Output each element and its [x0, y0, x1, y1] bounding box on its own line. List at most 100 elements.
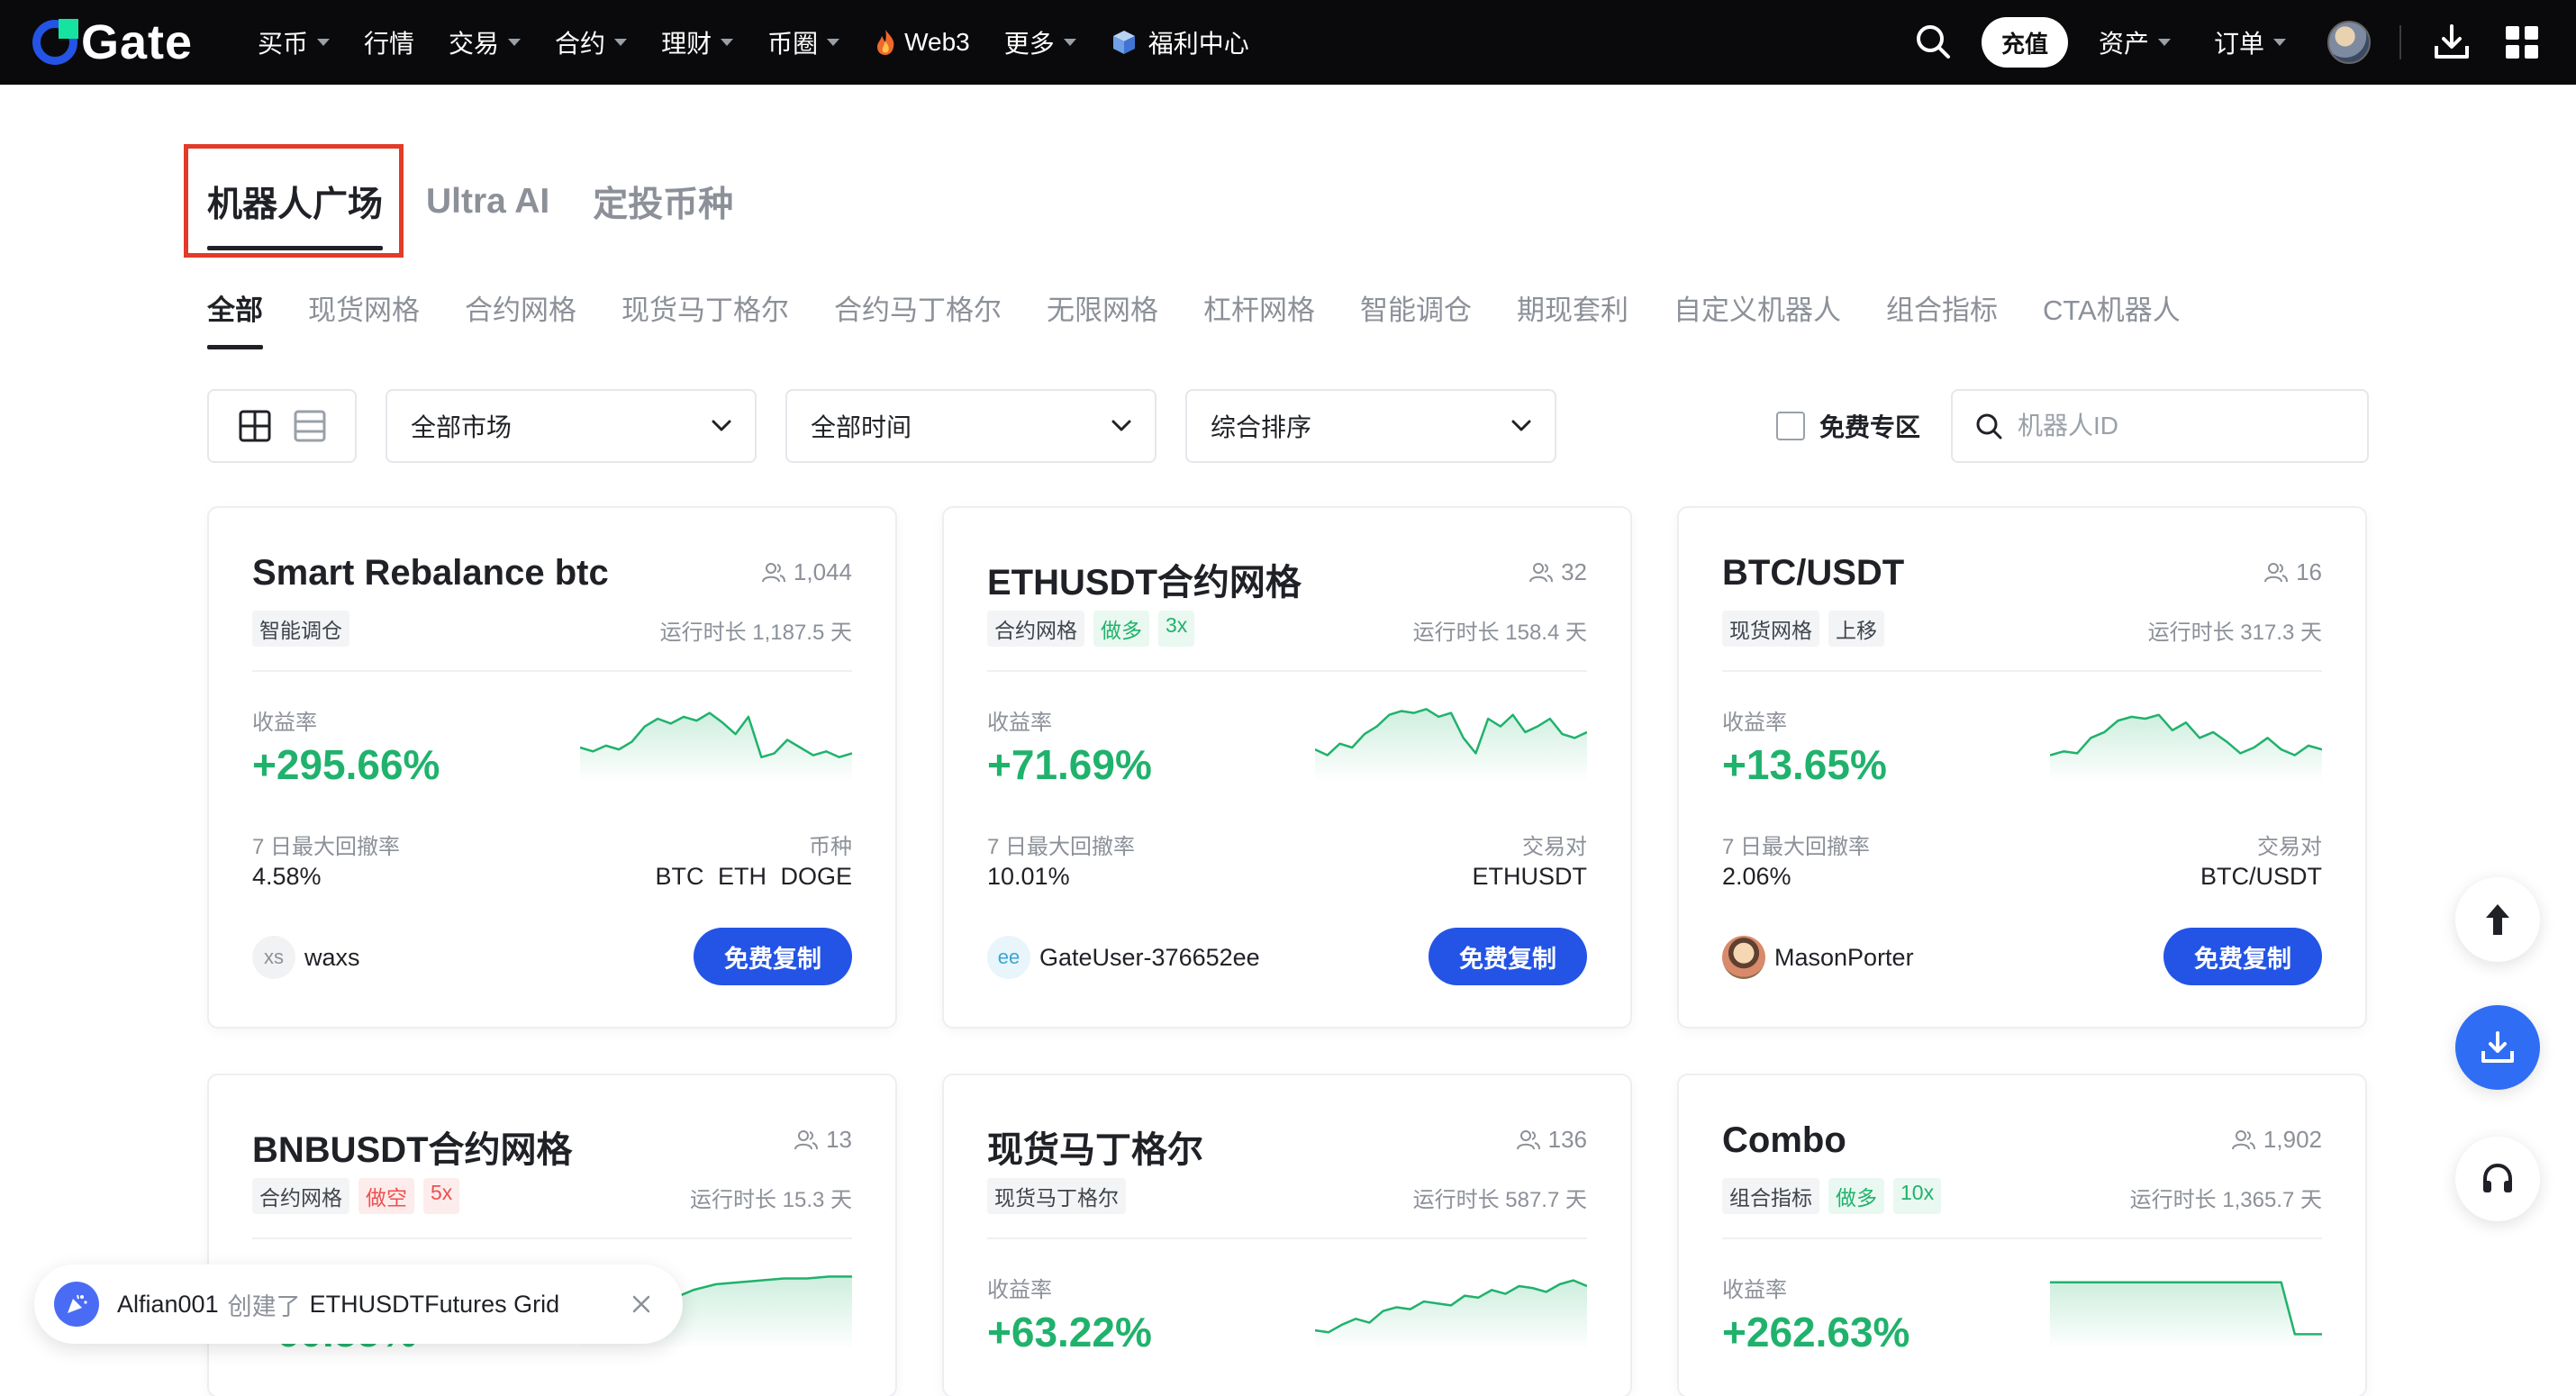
nav-divider — [2399, 25, 2401, 59]
nav-markets[interactable]: 行情 — [364, 24, 414, 60]
users-icon — [1529, 562, 1554, 582]
nav-more[interactable]: 更多 — [1004, 24, 1076, 60]
nav-label: 行情 — [364, 30, 415, 58]
card-divider — [1722, 1237, 2322, 1239]
deposit-button[interactable]: 充值 — [1982, 17, 2068, 68]
category-tab-custom-bot[interactable]: 自定义机器人 — [1673, 287, 1841, 328]
bot-card[interactable]: BTC/USDT 16 现货网格 上移 运行时长 317.3 天 收益率 +13… — [1677, 506, 2367, 1029]
sparkline-chart — [2050, 1281, 2322, 1349]
fire-icon — [877, 30, 894, 55]
rate-label: 收益率 — [987, 711, 1052, 735]
leverage-tag: 10x — [1893, 1178, 1942, 1214]
category-tab-combo[interactable]: 组合指标 — [1886, 287, 1998, 328]
caret-down-icon — [827, 39, 840, 46]
free-copy-button[interactable]: 免费复制 — [694, 928, 852, 985]
sparkline-area — [2050, 1282, 2322, 1349]
sparkline-chart — [1315, 708, 1587, 782]
category-tab-spot-grid[interactable]: 现货网格 — [308, 287, 420, 328]
market-dropdown[interactable]: 全部市场 — [385, 389, 757, 463]
nav-assets[interactable]: 资产 — [2099, 0, 2172, 85]
close-icon[interactable] — [627, 1290, 656, 1319]
bot-card[interactable]: Smart Rebalance btc 1,044 智能调仓 运行时长 1,18… — [207, 506, 897, 1029]
strategy-tag: 现货网格 — [1722, 611, 1819, 647]
category-tab-spot-martingale[interactable]: 现货马丁格尔 — [621, 287, 789, 328]
users-icon — [2231, 1129, 2255, 1149]
free-zone-checkbox[interactable] — [1776, 412, 1805, 440]
nav-futures[interactable]: 合约 — [555, 24, 628, 60]
leverage-tag: 5x — [423, 1178, 460, 1214]
download-icon[interactable] — [2432, 23, 2472, 62]
download-app-button[interactable] — [2455, 1005, 2540, 1090]
category-tab-futures-grid[interactable]: 合约网格 — [465, 287, 576, 328]
grid-view-icon[interactable] — [238, 409, 272, 443]
creator[interactable]: xs waxs — [252, 935, 360, 980]
nav-label: 资产 — [2099, 30, 2150, 58]
creator[interactable]: MasonPorter — [1722, 935, 1914, 980]
free-zone-toggle[interactable]: 免费专区 — [1776, 407, 1920, 445]
bot-id-input[interactable] — [2018, 412, 2342, 440]
tab-dca-coins[interactable]: 定投币种 — [593, 177, 733, 227]
bot-card[interactable]: Combo 1,902 组合指标 做多 10x 运行时长 1,365.7 天 收… — [1677, 1074, 2367, 1396]
caret-down-icon — [2158, 39, 2172, 46]
nav-orders[interactable]: 订单 — [2214, 0, 2287, 85]
nav-buy-crypto[interactable]: 买币 — [258, 24, 331, 60]
category-tab-margin-grid[interactable]: 杠杆网格 — [1203, 287, 1315, 328]
nav-community[interactable]: 币圈 — [767, 24, 840, 60]
pair-label: 币种 — [809, 835, 852, 859]
nav-label: 合约 — [555, 30, 606, 58]
logo-text: Gate — [81, 15, 194, 69]
creator-name: GateUser-376652ee — [1039, 943, 1260, 971]
sort-dropdown[interactable]: 综合排序 — [1185, 389, 1556, 463]
users-count: 13 — [826, 1126, 852, 1153]
category-tab-smart-rebalance[interactable]: 智能调仓 — [1360, 287, 1472, 328]
time-dropdown[interactable]: 全部时间 — [785, 389, 1156, 463]
card-divider — [987, 670, 1587, 672]
bot-tags: 现货马丁格尔 — [987, 1178, 1135, 1214]
nav-earn[interactable]: 理财 — [661, 24, 734, 60]
rate-label: 收益率 — [252, 711, 317, 735]
users-icon — [794, 1129, 819, 1149]
direction-tag: 做空 — [358, 1178, 414, 1214]
scroll-top-button[interactable] — [2455, 877, 2540, 962]
free-copy-button[interactable]: 免费复制 — [1429, 928, 1587, 985]
drawdown-label: 7 日最大回撤率 — [252, 835, 401, 859]
runtime: 运行时长 1,365.7 天 — [2129, 1188, 2322, 1212]
bot-card[interactable]: ETHUSDT合约网格 32 合约网格 做多 3x 运行时长 158.4 天 收… — [942, 506, 1632, 1029]
users-count: 1,902 — [2263, 1126, 2322, 1153]
search-icon[interactable] — [1913, 22, 1953, 61]
users-count: 16 — [2296, 558, 2322, 585]
bot-tags: 组合指标 做多 10x — [1722, 1178, 1950, 1214]
annotation-highlight-box — [184, 144, 404, 258]
chevron-down-icon — [1511, 420, 1531, 431]
category-tab-arbitrage[interactable]: 期现套利 — [1517, 287, 1628, 328]
bot-tags: 合约网格 做空 5x — [252, 1178, 468, 1214]
category-tab-futures-martingale[interactable]: 合约马丁格尔 — [834, 287, 1002, 328]
bot-title: Combo — [1722, 1120, 1846, 1160]
customer-support-button[interactable] — [2455, 1137, 2540, 1221]
toast-verb: 创建了 — [227, 1292, 301, 1320]
nav-web3[interactable]: Web3 — [874, 28, 970, 57]
nav-trade[interactable]: 交易 — [449, 24, 522, 60]
gate-logo[interactable]: Gate — [32, 15, 194, 69]
rate-label: 收益率 — [1722, 711, 1787, 735]
category-tab-all[interactable]: 全部 — [207, 287, 263, 349]
category-tab-cta-bot[interactable]: CTA机器人 — [2043, 287, 2181, 328]
user-avatar[interactable] — [2327, 21, 2371, 64]
caret-down-icon — [508, 39, 522, 46]
bot-card[interactable]: BNBUSDT合约网格 13 合约网格 做空 5x 运行时长 15.3 天 收益… — [207, 1074, 897, 1396]
creator[interactable]: ee GateUser-376652ee — [987, 935, 1260, 980]
search-icon — [1976, 413, 2002, 440]
free-copy-button[interactable]: 免费复制 — [2163, 928, 2322, 985]
sparkline-chart — [2050, 713, 2322, 782]
creator-avatar — [1722, 936, 1765, 979]
nav-label: 订单 — [2214, 30, 2265, 58]
apps-grid-icon[interactable] — [2506, 26, 2538, 59]
category-tab-infinite-grid[interactable]: 无限网格 — [1047, 287, 1158, 328]
runtime: 运行时长 15.3 天 — [689, 1188, 852, 1212]
bot-card[interactable]: 现货马丁格尔 136 现货马丁格尔 运行时长 587.7 天 收益率 +63.2… — [942, 1074, 1632, 1396]
rate-value: +71.69% — [987, 741, 1152, 788]
bot-title: BNBUSDT合约网格 — [252, 1130, 573, 1170]
tab-ultra-ai[interactable]: Ultra AI — [426, 182, 549, 222]
nav-rewards-hub[interactable]: 福利中心 — [1111, 24, 1249, 60]
list-view-icon[interactable] — [293, 409, 327, 443]
